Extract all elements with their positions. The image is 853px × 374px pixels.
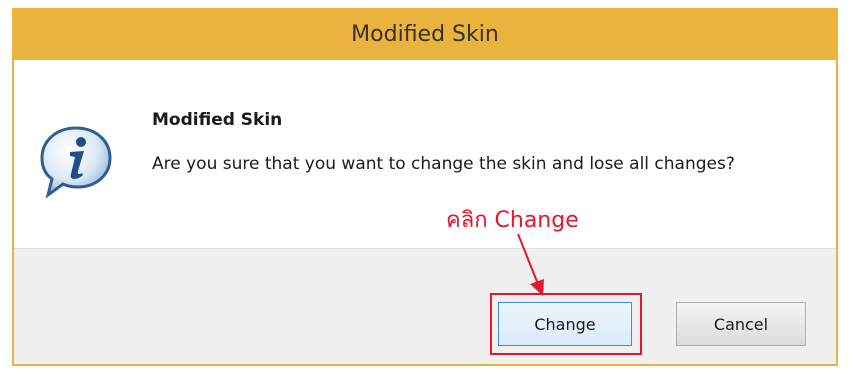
change-button[interactable]: Change (498, 302, 632, 346)
annotation-label: คลิก Change (446, 208, 579, 233)
info-icon (40, 126, 112, 199)
change-button-label: Change (534, 314, 596, 334)
dialog-message: Are you sure that you want to change the… (152, 154, 735, 174)
cancel-button[interactable]: Cancel (676, 302, 806, 346)
cancel-button-label: Cancel (713, 314, 769, 334)
dialog-content: Modified Skin Are you sure that you want… (14, 60, 836, 249)
window-titlebar[interactable]: Modified Skin (12, 8, 838, 60)
annotation-arrow-icon (517, 233, 544, 296)
dialog-heading: Modified Skin (152, 110, 283, 130)
window-title: Modified Skin (351, 21, 499, 47)
dialog-client-area: Modified Skin Are you sure that you want… (14, 60, 836, 364)
dialog-window: Modified Skin Modified Skin Are you sure… (12, 8, 838, 366)
